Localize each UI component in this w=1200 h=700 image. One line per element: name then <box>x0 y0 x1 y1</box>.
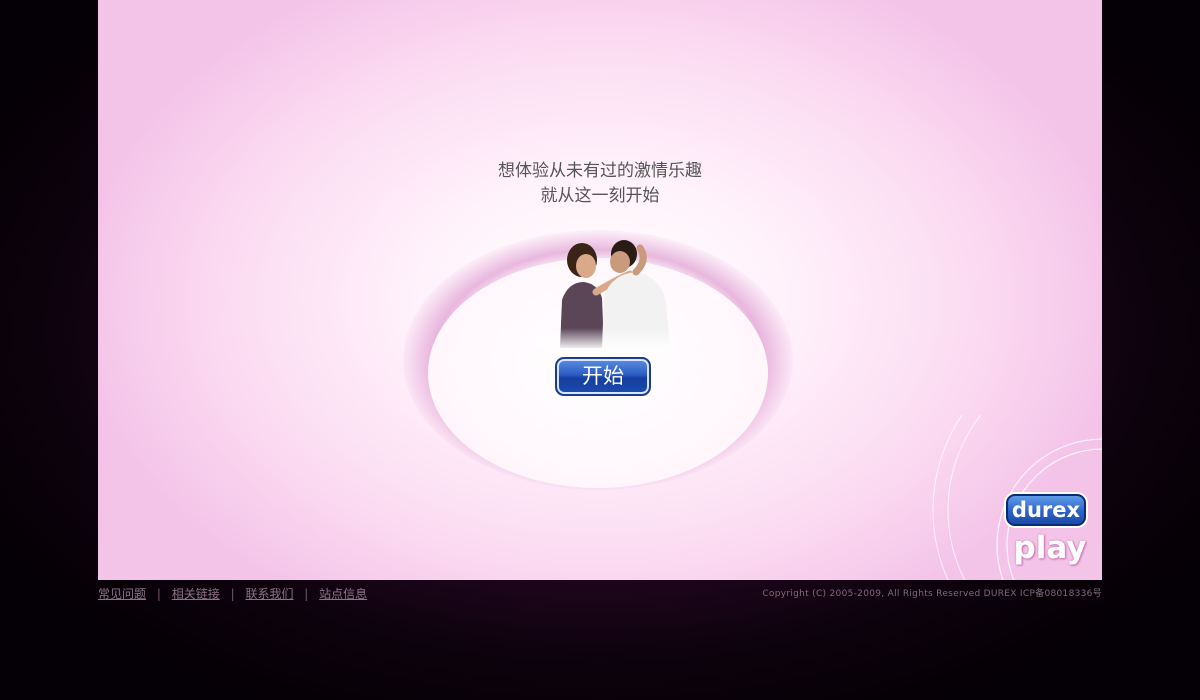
footer-link-faq[interactable]: 常见问题 <box>98 587 146 601</box>
footer-link-related[interactable]: 相关链接 <box>172 587 220 601</box>
footer-link-site-info[interactable]: 站点信息 <box>319 587 367 601</box>
footer-separator: | <box>156 587 161 601</box>
start-button[interactable]: 开始 <box>555 357 651 396</box>
durex-logo: durex <box>1006 494 1086 526</box>
couple-photo <box>538 240 678 348</box>
footer-link-contact[interactable]: 联系我们 <box>245 587 293 601</box>
copyright-text: Copyright (C) 2005-2009, All Rights Rese… <box>762 589 1102 599</box>
tagline-line-1: 想体验从未有过的激情乐趣 <box>498 161 702 181</box>
play-logo: play <box>1013 530 1087 566</box>
footer-separator: | <box>230 587 235 601</box>
main-stage: 想体验从未有过的激情乐趣 就从这一刻开始 开始 durex play <box>98 0 1102 580</box>
tagline-line-2: 就从这一刻开始 <box>540 186 660 206</box>
footer-links: 常见问题 | 相关链接 | 联系我们 | 站点信息 <box>98 585 367 602</box>
footer-separator: | <box>304 587 309 601</box>
